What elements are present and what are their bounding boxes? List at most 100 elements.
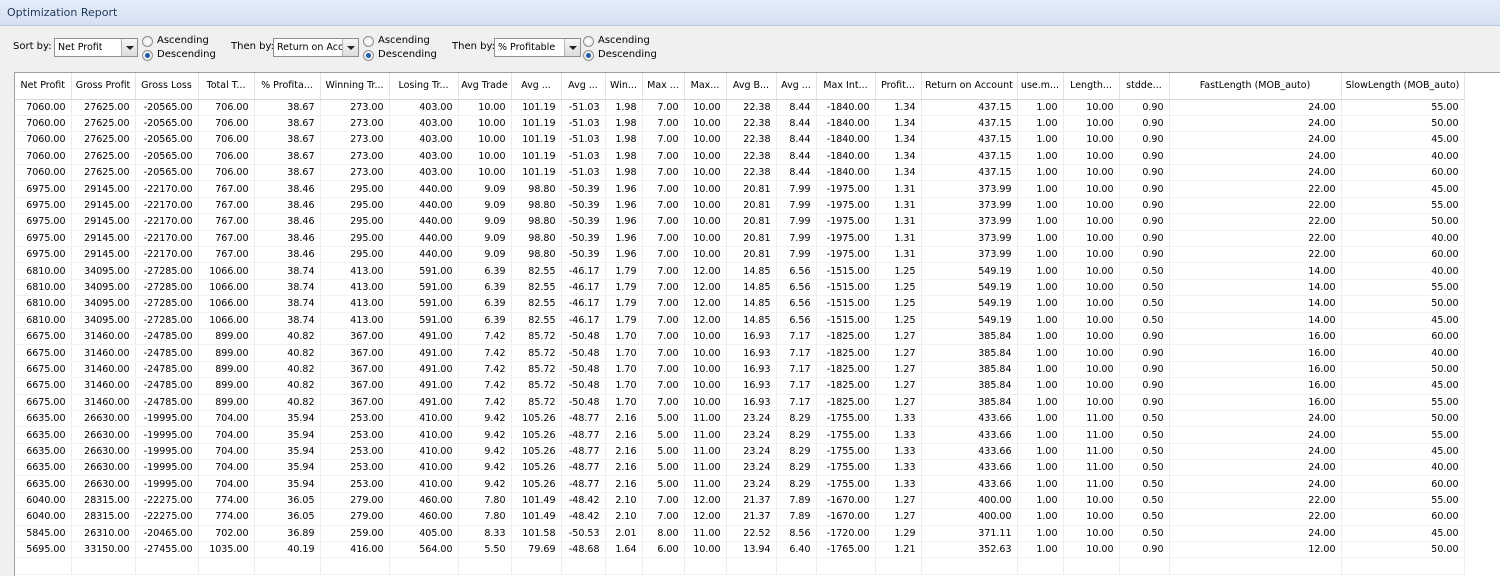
column-header[interactable]: Avg B...: [726, 73, 777, 100]
table-cell: 35.94: [254, 426, 321, 444]
column-header[interactable]: Gross Loss: [135, 73, 199, 100]
table-row[interactable]: 6675.00 31460.00 -24785.00 899.00 40.82 367.0…: [15, 361, 1465, 379]
table-row[interactable]: 6675.00 31460.00 -24785.00 899.00 40.82 367.0…: [15, 394, 1465, 411]
table-row[interactable]: 7060.00 27625.00 -20565.00 706.00 38.67 273.0…: [15, 164, 1465, 182]
table-row[interactable]: 6810.00 34095.00 -27285.00 1066.00 38.74 413.…: [15, 295, 1465, 313]
table-row[interactable]: 5695.00 33150.00 -27455.00 1035.00 40.19 416.…: [15, 541, 1465, 559]
table-row[interactable]: 7060.00 27625.00 -20565.00 706.00 38.67 273.0…: [15, 115, 1465, 133]
table-row[interactable]: 6810.00 34095.00 -27285.00 1066.00 38.74 413.…: [15, 262, 1465, 280]
column-header[interactable]: Profit...: [875, 73, 922, 100]
table-row[interactable]: 6810.00 34095.00 -27285.00 1066.00 38.74 413.…: [15, 312, 1465, 329]
table-row[interactable]: 5845.00 26310.00 -20465.00 702.00 36.89 259.0…: [15, 525, 1465, 543]
table-cell: 367.00: [320, 344, 390, 362]
table-cell: 0.90: [1119, 344, 1170, 362]
table-row[interactable]: 6635.00 26630.00 -19995.00 704.00 35.94 253.0…: [15, 443, 1465, 461]
column-header[interactable]: use.m...: [1017, 73, 1064, 100]
chevron-down-icon[interactable]: [342, 39, 358, 56]
table-cell: 40.00: [1341, 230, 1465, 248]
column-header[interactable]: Avg ...: [776, 73, 817, 100]
table-cell: 7060.00: [15, 99, 72, 116]
table-cell: 14.00: [1169, 262, 1342, 280]
table-cell: 5845.00: [15, 525, 72, 543]
column-header[interactable]: Net Profit: [15, 73, 72, 100]
table-cell: 1.00: [1017, 508, 1064, 526]
column-header[interactable]: Max ...: [642, 73, 685, 100]
table-cell: -50.39: [561, 180, 606, 198]
table-cell: 0.90: [1119, 180, 1170, 198]
table-cell: 7.99: [776, 197, 817, 215]
table-cell: 1.98: [605, 99, 643, 116]
column-header[interactable]: Gross Profit: [71, 73, 136, 100]
column-header[interactable]: Return on Account: [921, 73, 1018, 100]
table-cell: 0.90: [1119, 213, 1170, 231]
chevron-down-icon[interactable]: [564, 39, 580, 56]
column-header[interactable]: Avg ...: [561, 73, 606, 100]
column-header[interactable]: Win...: [605, 73, 643, 100]
table-cell: 11.00: [1063, 459, 1120, 477]
table-cell: 34095.00: [71, 262, 136, 280]
table-cell: 28315.00: [71, 508, 136, 526]
column-header[interactable]: Total T...: [198, 73, 255, 100]
column-header[interactable]: Max...: [684, 73, 727, 100]
table-row[interactable]: 6635.00 26630.00 -19995.00 704.00 35.94 253.0…: [15, 410, 1465, 428]
table-cell: 7060.00: [15, 148, 72, 166]
empty-cell: [458, 557, 512, 575]
table-row[interactable]: 7060.00 27625.00 -20565.00 706.00 38.67 273.0…: [15, 131, 1465, 149]
table-row[interactable]: 6975.00 29145.00 -22170.00 767.00 38.46 295.0…: [15, 180, 1465, 198]
table-cell: 14.00: [1169, 279, 1342, 297]
column-header[interactable]: Max Int...: [816, 73, 876, 100]
table-row[interactable]: 6040.00 28315.00 -22275.00 774.00 36.05 279.0…: [15, 492, 1465, 510]
table-cell: 24.00: [1169, 410, 1342, 428]
table-cell: -48.77: [561, 475, 606, 493]
table-cell: 591.00: [389, 295, 459, 313]
table-row[interactable]: 7060.00 27625.00 -20565.00 706.00 38.67 273.0…: [15, 99, 1465, 116]
column-header[interactable]: % Profita...: [254, 73, 321, 100]
table-row[interactable]: 6810.00 34095.00 -27285.00 1066.00 38.74 413.…: [15, 279, 1465, 297]
table-row[interactable]: 6675.00 31460.00 -24785.00 899.00 40.82 367.0…: [15, 328, 1465, 346]
table-row[interactable]: 6975.00 29145.00 -22170.00 767.00 38.46 295.0…: [15, 246, 1465, 264]
column-header[interactable]: stdde...: [1119, 73, 1170, 100]
table-row[interactable]: 6675.00 31460.00 -24785.00 899.00 40.82 367.0…: [15, 344, 1465, 362]
table-cell: 20.81: [726, 230, 777, 248]
column-header[interactable]: Winning Tr...: [320, 73, 390, 100]
results-grid[interactable]: Net Profit Gross Profit Gross Loss Total T.…: [14, 72, 1500, 576]
table-cell: 7.80: [458, 492, 512, 510]
table-row[interactable]: 6675.00 31460.00 -24785.00 899.00 40.82 367.0…: [15, 377, 1465, 395]
table-cell: 23.24: [726, 410, 777, 428]
empty-cell: [389, 557, 459, 575]
then-by-2-select[interactable]: % Profitable: [494, 38, 581, 57]
table-row[interactable]: 6975.00 29145.00 -22170.00 767.00 38.46 295.0…: [15, 197, 1465, 215]
column-header[interactable]: FastLength (MOB_auto): [1169, 73, 1342, 100]
table-cell: 7.80: [458, 508, 512, 526]
empty-cell: [1169, 557, 1342, 575]
table-cell: 55.00: [1341, 492, 1465, 510]
column-header[interactable]: Avg ...: [511, 73, 562, 100]
table-row[interactable]: 7060.00 27625.00 -20565.00 706.00 38.67 273.0…: [15, 148, 1465, 166]
chevron-down-icon[interactable]: [121, 39, 137, 56]
table-row[interactable]: 6975.00 29145.00 -22170.00 767.00 38.46 295.0…: [15, 230, 1465, 248]
table-cell: 259.00: [320, 525, 390, 543]
table-cell: 549.19: [921, 295, 1018, 313]
table-cell: 899.00: [198, 377, 255, 395]
table-row[interactable]: 6635.00 26630.00 -19995.00 704.00 35.94 253.0…: [15, 426, 1465, 444]
table-cell: 1.25: [875, 312, 922, 329]
table-cell: 7.00: [642, 508, 685, 526]
column-header[interactable]: Length...: [1063, 73, 1120, 100]
table-cell: -24785.00: [135, 361, 199, 379]
then-by-1-select[interactable]: Return on Acc: [273, 38, 359, 57]
table-row[interactable]: 6040.00 28315.00 -22275.00 774.00 36.05 279.0…: [15, 508, 1465, 526]
column-header[interactable]: Losing Tr...: [389, 73, 459, 100]
table-cell: 16.00: [1169, 328, 1342, 346]
sort-by-select[interactable]: Net Profit: [54, 38, 138, 57]
then-by-2-value: % Profitable: [498, 42, 556, 53]
table-cell: 5.00: [642, 410, 685, 428]
column-header[interactable]: Avg Trade: [458, 73, 512, 100]
table-row[interactable]: 6975.00 29145.00 -22170.00 767.00 38.46 295.0…: [15, 213, 1465, 231]
table-cell: -48.77: [561, 443, 606, 461]
column-header[interactable]: SlowLength (MOB_auto): [1341, 73, 1465, 100]
table-row[interactable]: 6635.00 26630.00 -19995.00 704.00 35.94 253.0…: [15, 459, 1465, 477]
table-row[interactable]: 6635.00 26630.00 -19995.00 704.00 35.94 253.0…: [15, 475, 1465, 493]
table-cell: 1.00: [1017, 131, 1064, 149]
table-cell: 403.00: [389, 99, 459, 116]
table-cell: 0.50: [1119, 459, 1170, 477]
